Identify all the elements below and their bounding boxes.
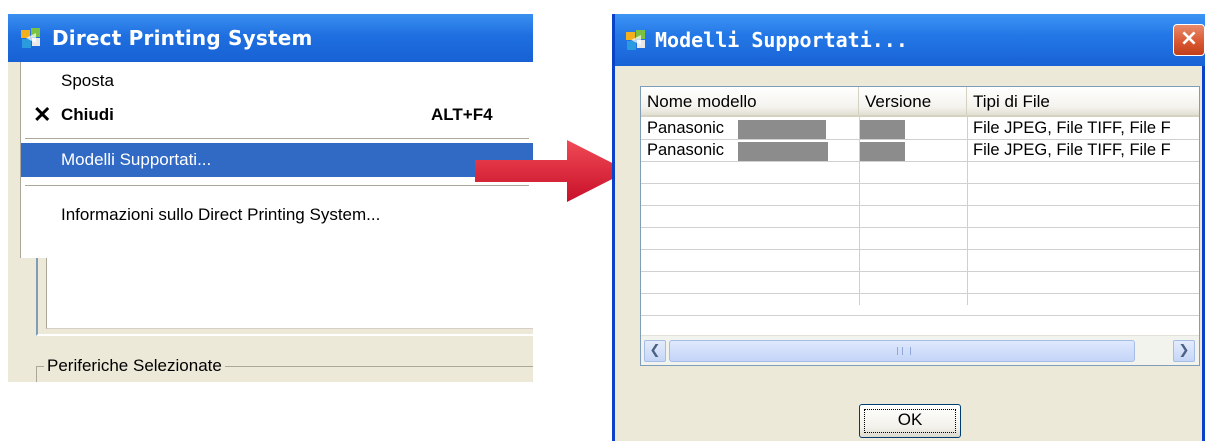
list-panel-frame — [36, 258, 533, 336]
groupbox-border — [36, 366, 37, 382]
chevron-right-icon: ❯ — [1178, 343, 1190, 358]
menu-item-label: Chiudi — [61, 105, 114, 124]
red-arrow-icon — [475, 140, 628, 202]
scrollbar-thumb[interactable] — [669, 340, 1135, 362]
grid-line — [641, 227, 1199, 228]
redacted-model-number — [738, 142, 828, 161]
scroll-left-button[interactable]: ❮ — [644, 340, 666, 362]
system-menu-screenshot: Direct Printing System Sposta ✕ Chiudi A… — [8, 14, 533, 382]
dialog-body: Nome modello Versione Tipi di File Panas… — [615, 66, 1205, 441]
cell-model: Panasonic — [647, 141, 725, 159]
chevron-left-icon: ❮ — [649, 343, 661, 358]
grid-line — [641, 183, 1199, 184]
dialog-title: Modelli Supportati... — [655, 28, 908, 52]
column-header-file-types[interactable]: Tipi di File — [967, 87, 1199, 115]
dialog-titlebar[interactable]: Modelli Supportati... × — [615, 14, 1205, 66]
menu-separator — [25, 138, 529, 139]
listview-header: Nome modello Versione Tipi di File — [641, 87, 1199, 117]
horizontal-scrollbar[interactable]: ❮ ❯ — [641, 335, 1199, 365]
cell-file-types: File JPEG, File TIFF, File F — [973, 141, 1171, 159]
menu-separator — [25, 185, 529, 186]
menu-item-chiudi[interactable]: ✕ Chiudi ALT+F4 — [21, 98, 533, 132]
app-icon — [626, 30, 645, 50]
app-icon — [21, 28, 40, 48]
groupbox-label: Periferiche Selezionate — [44, 356, 225, 376]
close-x-icon: ✕ — [33, 102, 52, 127]
grip-icon — [897, 347, 911, 355]
ok-button-label: OK — [897, 410, 923, 429]
grid-line — [641, 205, 1199, 206]
redacted-version — [860, 142, 905, 161]
models-listview[interactable]: Nome modello Versione Tipi di File Panas… — [640, 86, 1200, 366]
redacted-version — [860, 120, 905, 139]
menu-item-informazioni[interactable]: Informazioni sullo Direct Printing Syste… — [21, 198, 533, 232]
system-menu: Sposta ✕ Chiudi ALT+F4 Modelli Supportat… — [20, 62, 533, 258]
cell-model: Panasonic — [647, 119, 725, 137]
close-icon: × — [1179, 26, 1199, 51]
grid-line — [641, 161, 1199, 162]
ok-button[interactable]: OK — [859, 404, 961, 438]
grid-line — [641, 293, 1199, 294]
redacted-model-number — [738, 120, 826, 139]
menu-shortcut: ALT+F4 — [431, 105, 493, 124]
menu-item-label: Informazioni sullo Direct Printing Syste… — [61, 205, 381, 224]
grid-line — [641, 315, 1199, 316]
grid-line — [641, 271, 1199, 272]
table-row[interactable]: Panasonic File JPEG, File TIFF, File F — [641, 140, 1199, 161]
menu-item-modelli-supportati[interactable]: Modelli Supportati... — [21, 143, 533, 177]
supported-models-dialog: Modelli Supportati... × Nome modello Ver… — [612, 14, 1205, 441]
column-header-model[interactable]: Nome modello — [641, 87, 859, 115]
close-button[interactable]: × — [1173, 24, 1205, 56]
list-panel — [46, 258, 533, 329]
menu-item-label: Modelli Supportati... — [61, 150, 212, 169]
menu-item-sposta[interactable]: Sposta — [21, 64, 533, 98]
grid-line — [641, 249, 1199, 250]
cell-file-types: File JPEG, File TIFF, File F — [973, 119, 1171, 137]
menu-item-label: Sposta — [61, 71, 114, 90]
window-title: Direct Printing System — [52, 26, 313, 50]
column-header-version[interactable]: Versione — [859, 87, 967, 115]
scroll-right-button[interactable]: ❯ — [1173, 340, 1195, 362]
window-titlebar[interactable]: Direct Printing System — [8, 14, 533, 62]
table-row[interactable]: Panasonic File JPEG, File TIFF, File F — [641, 118, 1199, 139]
